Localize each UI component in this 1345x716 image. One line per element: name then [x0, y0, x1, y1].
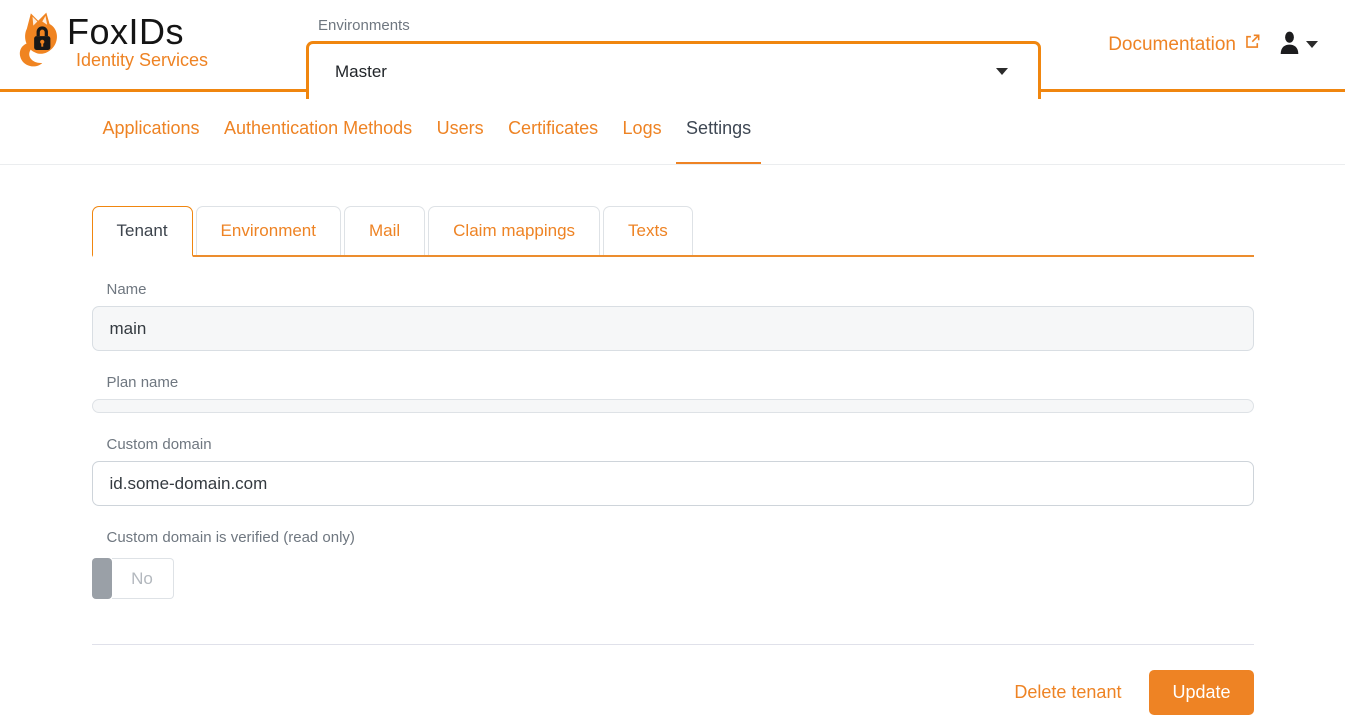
custom-domain-verified-label: Custom domain is verified (read only) — [92, 529, 1254, 546]
user-icon — [1278, 30, 1301, 60]
footer-divider — [92, 644, 1254, 645]
nav-item-logs[interactable]: Logs — [613, 92, 672, 164]
nav-item-applications[interactable]: Applications — [93, 92, 210, 164]
chevron-down-icon — [1306, 41, 1318, 48]
custom-domain-label: Custom domain — [92, 436, 1254, 453]
tab-claim-mappings[interactable]: Claim mappings — [428, 206, 600, 255]
custom-domain-verified-toggle: No — [92, 558, 174, 599]
footer-actions: Delete tenant Update — [92, 670, 1254, 715]
chevron-down-icon — [996, 68, 1008, 75]
toggle-state-label: No — [112, 558, 174, 599]
nav-item-authentication-methods[interactable]: Authentication Methods — [214, 92, 422, 164]
main-nav: Applications Authentication Methods User… — [0, 92, 1345, 165]
documentation-link[interactable]: Documentation — [1108, 33, 1261, 56]
app-header: FoxIDs Identity Services Environments Ma… — [0, 0, 1345, 92]
nav-item-settings[interactable]: Settings — [676, 92, 761, 164]
environment-selected-value: Master — [335, 62, 387, 82]
foxids-logo-icon — [13, 11, 65, 76]
documentation-label: Documentation — [1108, 34, 1236, 56]
name-label: Name — [92, 281, 1254, 298]
account-menu[interactable] — [1278, 30, 1318, 60]
delete-tenant-link[interactable]: Delete tenant — [1014, 682, 1121, 703]
plan-name-label: Plan name — [92, 374, 1254, 391]
nav-item-certificates[interactable]: Certificates — [498, 92, 608, 164]
brand[interactable]: FoxIDs Identity Services — [13, 11, 208, 76]
update-button[interactable]: Update — [1149, 670, 1253, 715]
tenant-name-input — [92, 306, 1254, 351]
nav-item-users[interactable]: Users — [427, 92, 494, 164]
external-link-icon — [1244, 33, 1261, 56]
toggle-knob — [92, 558, 112, 599]
tenant-settings-panel: Name Plan name Custom domain Custom doma… — [92, 281, 1254, 599]
brand-name: FoxIDs — [67, 11, 208, 53]
environments-label: Environments — [318, 17, 410, 34]
tab-mail[interactable]: Mail — [344, 206, 425, 255]
custom-domain-input[interactable] — [92, 461, 1254, 506]
environment-select[interactable]: Master — [306, 41, 1041, 99]
plan-name-field — [92, 399, 1254, 413]
tab-environment[interactable]: Environment — [196, 206, 341, 255]
brand-tagline: Identity Services — [76, 50, 208, 71]
settings-tabs: Tenant Environment Mail Claim mappings T… — [92, 206, 1254, 257]
tab-tenant[interactable]: Tenant — [92, 206, 193, 257]
tab-texts[interactable]: Texts — [603, 206, 693, 255]
